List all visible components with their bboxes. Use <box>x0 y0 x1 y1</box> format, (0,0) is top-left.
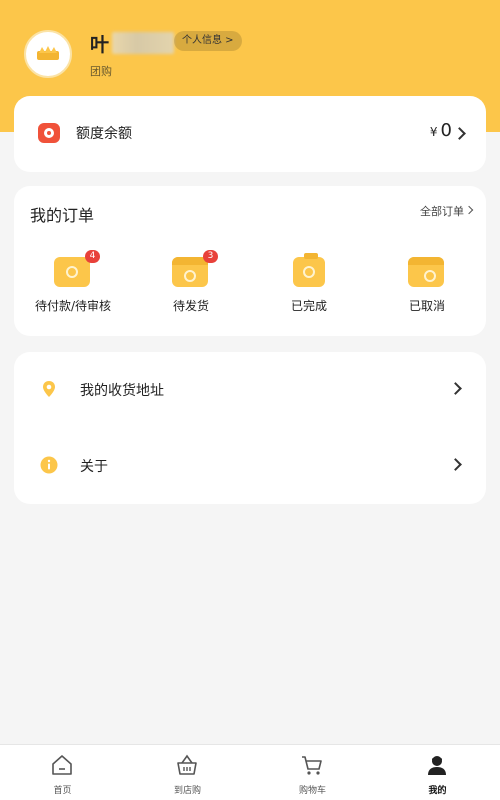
card-cancel-icon <box>408 257 444 287</box>
user-name: 叶 <box>90 34 110 56</box>
tab-label: 购物车 <box>298 786 326 796</box>
order-badge: 3 <box>203 250 218 263</box>
order-status-label: 待发货 <box>172 299 209 313</box>
order-status-completed[interactable]: 已完成 <box>254 252 364 322</box>
tab-in-store[interactable]: 到店购 <box>125 745 250 800</box>
home-icon <box>52 755 72 775</box>
order-status-label: 已取消 <box>408 299 445 313</box>
wallet-icon <box>38 123 60 143</box>
crown-icon <box>37 46 59 60</box>
clipboard-check-icon <box>293 253 325 287</box>
wallet-icon <box>54 257 90 287</box>
order-status-pending-payment[interactable]: 4 待付款/待审核 <box>18 250 128 322</box>
chevron-right-icon <box>464 205 474 215</box>
balance-label: 额度余额 <box>76 126 132 142</box>
menu-item-about[interactable]: 关于 <box>14 428 486 504</box>
personal-info-button[interactable]: 个人信息 > <box>174 31 242 51</box>
info-icon <box>40 456 58 474</box>
chevron-right-icon <box>449 458 462 471</box>
menu-item-label: 我的收货地址 <box>80 383 164 399</box>
balance-value: ¥0 <box>430 120 452 141</box>
box-icon <box>172 257 208 287</box>
name-redaction <box>112 32 174 54</box>
tab-label: 我的 <box>428 786 447 796</box>
bottom-tab-bar: 首页 到店购 购物车 我的 <box>0 744 500 800</box>
user-subtitle: 团购 <box>90 65 112 78</box>
order-badge: 4 <box>85 250 100 263</box>
order-status-cancelled[interactable]: 已取消 <box>372 252 482 322</box>
all-orders-link[interactable]: 全部订单 <box>420 203 464 219</box>
orders-card: 我的订单 全部订单 4 待付款/待审核 3 待发货 已完成 已取消 <box>14 186 486 336</box>
cart-icon <box>302 756 322 775</box>
balance-card[interactable]: 额度余额 ¥0 <box>14 96 486 172</box>
tab-label: 首页 <box>53 786 72 796</box>
menu-item-address[interactable]: 我的收货地址 <box>14 352 486 428</box>
tab-home[interactable]: 首页 <box>0 745 125 800</box>
basket-icon <box>177 754 197 775</box>
avatar[interactable] <box>24 30 72 78</box>
chevron-right-icon <box>453 127 466 140</box>
menu-item-label: 关于 <box>80 459 108 475</box>
tab-me[interactable]: 我的 <box>375 745 500 800</box>
tab-label: 到店购 <box>173 786 201 796</box>
order-status-awaiting-shipment[interactable]: 3 待发货 <box>136 250 246 322</box>
order-status-label: 待付款/待审核 <box>34 299 112 313</box>
order-status-label: 已完成 <box>290 299 327 313</box>
currency-symbol: ¥ <box>429 125 438 139</box>
user-icon <box>428 756 446 775</box>
balance-amount: 0 <box>440 120 452 141</box>
menu-card: 我的收货地址 关于 <box>14 352 486 504</box>
chevron-right-icon <box>449 382 462 395</box>
profile-header[interactable]: 叶 个人信息 > 团购 <box>24 28 474 84</box>
tab-cart[interactable]: 购物车 <box>250 745 375 800</box>
orders-title: 我的订单 <box>30 206 95 225</box>
location-pin-icon <box>43 381 55 397</box>
